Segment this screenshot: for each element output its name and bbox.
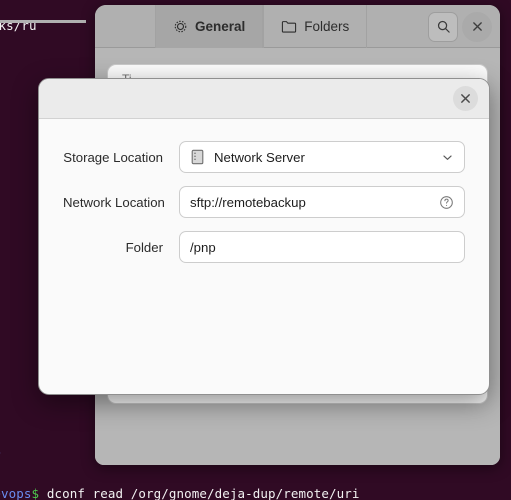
storage-location-value: Network Server [214,149,305,165]
gear-icon [173,19,188,34]
chevron-down-icon[interactable] [441,151,454,164]
row-folder: Folder /pnp [63,231,465,263]
label-folder: Folder [125,239,163,255]
storage-location-dropdown[interactable]: Network Server [179,141,465,173]
help-circle-icon[interactable] [439,195,454,210]
header-actions [428,5,492,48]
close-icon [460,93,471,104]
label-network-location: Network Location [63,194,165,210]
terminal-path-fragment: ks/ru [0,18,37,33]
tab-folders[interactable]: Folders [263,5,368,48]
folder-icon [281,19,297,34]
terminal-underline [0,20,86,23]
dialog-header [39,79,489,119]
terminal-command-line: e-devops$ dconf read /org/gnome/deja-dup… [0,486,360,500]
row-network-location: Network Location sftp://remotebackup [63,186,465,218]
storage-location-dialog: Storage Location Network Server Network … [38,78,490,395]
search-button[interactable] [428,11,458,42]
folder-input[interactable]: /pnp [179,231,465,263]
tab-bar: General Folders [155,5,368,48]
folder-value[interactable]: /pnp [190,240,454,255]
tab-general-label: General [195,19,246,34]
server-icon [190,149,205,165]
dialog-body: Storage Location Network Server Network … [39,119,489,263]
close-icon [472,21,483,32]
search-icon [436,19,451,34]
row-storage-location: Storage Location Network Server [63,141,465,173]
window-header-bar: General Folders [95,5,500,48]
label-storage-location: Storage Location [63,149,163,165]
terminal-prompt-fragment-line: e-de [0,430,1,475]
tab-folders-label: Folders [304,19,350,34]
terminal-command: dconf read /org/gnome/deja-dup/remote/ur… [46,486,360,500]
tab-general[interactable]: General [155,5,264,48]
dialog-close-button[interactable] [453,86,478,111]
window-close-button[interactable] [462,11,492,42]
network-location-value[interactable]: sftp://remotebackup [190,195,431,210]
network-location-input[interactable]: sftp://remotebackup [179,186,465,218]
